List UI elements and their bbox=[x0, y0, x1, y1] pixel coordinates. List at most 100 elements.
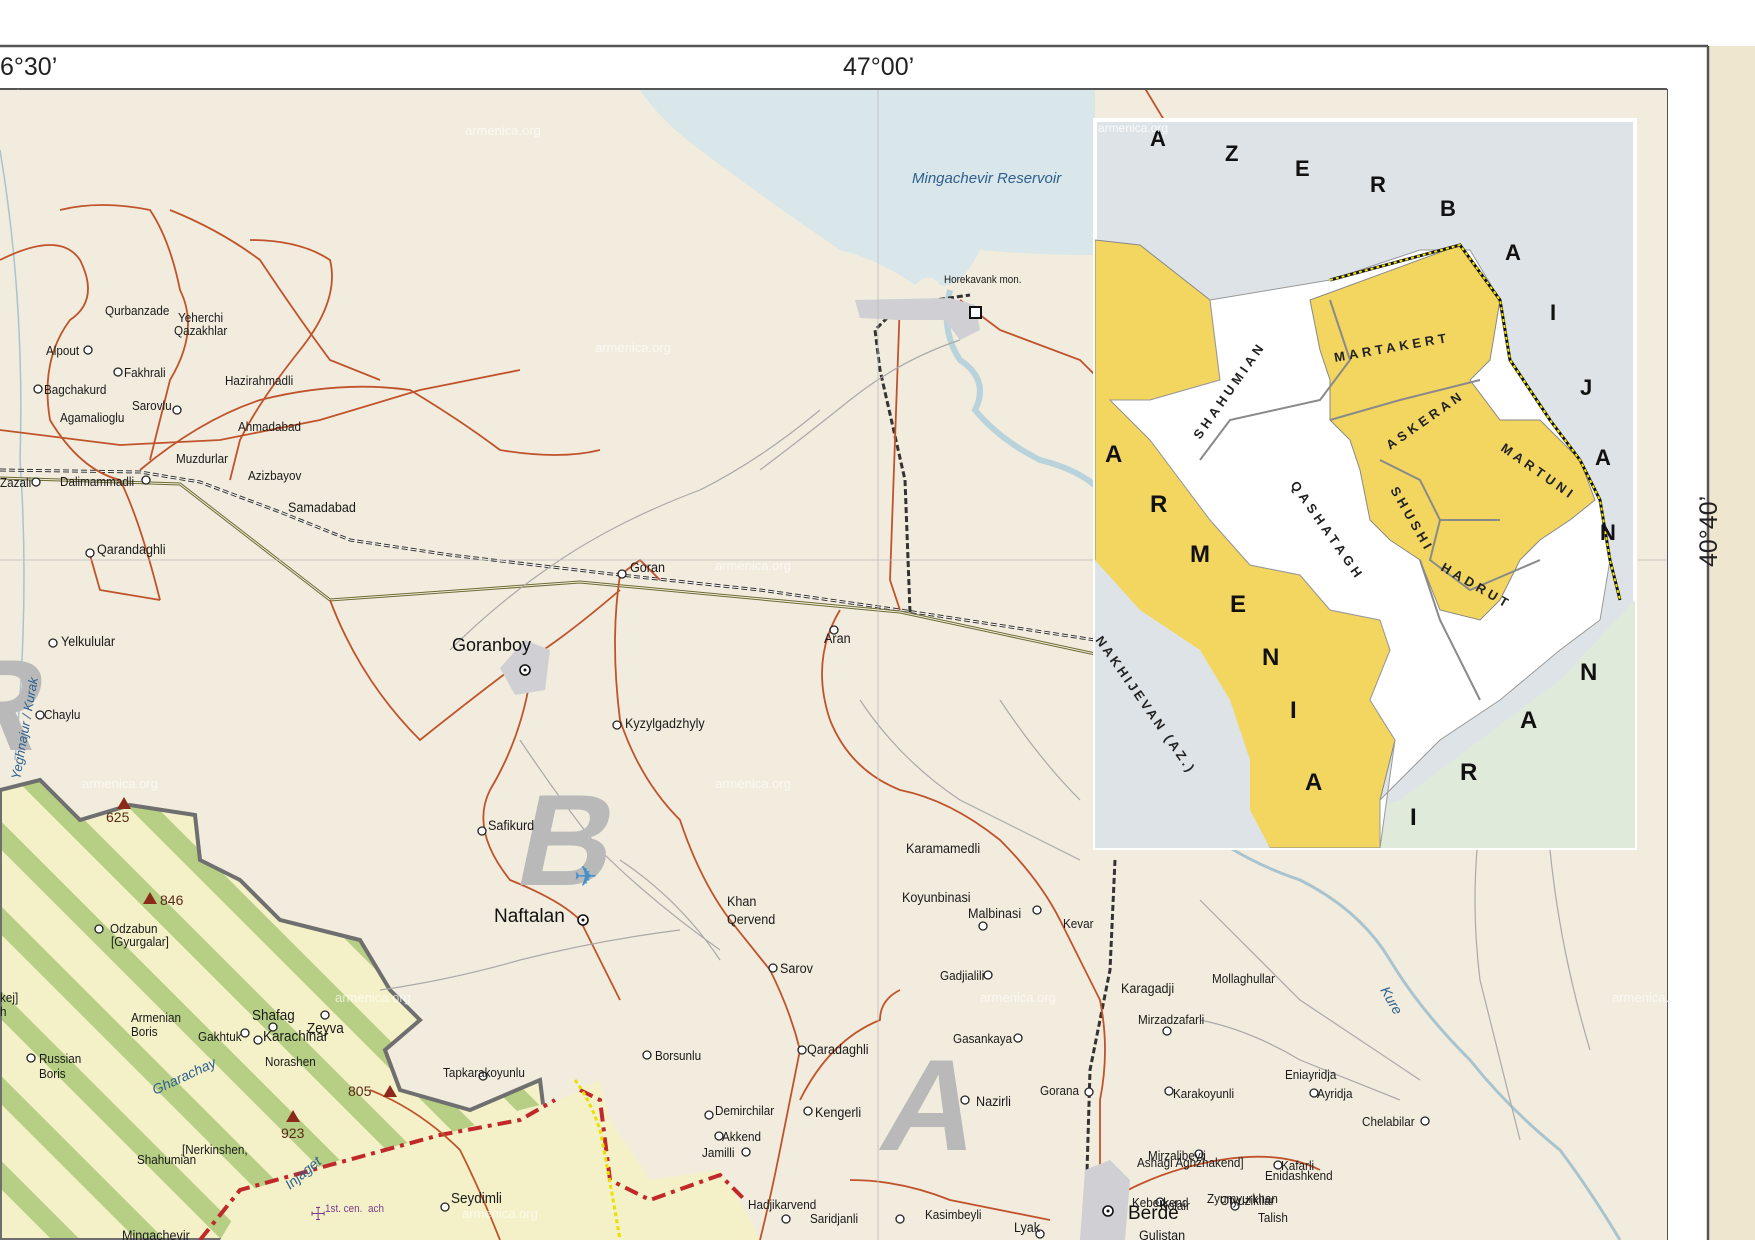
svg-text:A: A bbox=[1595, 445, 1611, 470]
svg-text:armenica.org: armenica.org bbox=[335, 990, 411, 1005]
svg-text:M: M bbox=[1190, 541, 1210, 568]
settlement-label: Shafag bbox=[252, 1007, 295, 1024]
settlement-label: Karakoyunli bbox=[1173, 1086, 1234, 1101]
svg-text:R: R bbox=[1460, 759, 1477, 786]
settlement-label: kej] bbox=[0, 990, 18, 1005]
settlement-dot bbox=[26, 1053, 36, 1063]
svg-text:armenica.org: armenica.org bbox=[715, 558, 791, 573]
settlement-label: Dalimammadli bbox=[60, 474, 134, 489]
settlement-label: Norashen bbox=[265, 1054, 316, 1069]
settlement-dot bbox=[1420, 1116, 1430, 1126]
settlement-dot bbox=[1032, 905, 1042, 915]
inset-map: A Z E R B A I J A N A R M E N I A I R A … bbox=[1093, 118, 1637, 850]
frame-margin-right bbox=[1708, 46, 1755, 1240]
svg-text:R: R bbox=[1370, 172, 1386, 197]
town-dot-center bbox=[523, 668, 527, 672]
settlement-label: Demirchilar bbox=[715, 1103, 774, 1118]
settlement-dot bbox=[35, 710, 45, 720]
svg-text:N: N bbox=[1580, 659, 1597, 686]
svg-text:N: N bbox=[1262, 644, 1279, 671]
settlement-label: Hazirahmadli bbox=[225, 373, 293, 388]
svg-text:armenica.org: armenica.org bbox=[595, 340, 671, 355]
settlement-dot bbox=[253, 1035, 263, 1045]
svg-text:Z: Z bbox=[1225, 141, 1238, 166]
settlement-dot bbox=[141, 475, 151, 485]
settlement-dot bbox=[113, 367, 123, 377]
settlement-label: Chaylu bbox=[44, 707, 81, 722]
svg-text:I: I bbox=[1410, 804, 1417, 831]
town-label-naftalan: Naftalan bbox=[494, 906, 565, 927]
settlement-label: Zazali bbox=[0, 475, 31, 490]
town-label-berde: Berde bbox=[1128, 1203, 1179, 1224]
settlement-dot bbox=[797, 1045, 807, 1055]
settlement-dot bbox=[642, 1050, 652, 1060]
settlement-label: Gasankaya bbox=[953, 1031, 1012, 1046]
settlement-label: Enidashkend bbox=[1265, 1168, 1333, 1183]
settlement-label: Nazirli bbox=[976, 1093, 1011, 1109]
town-label-goranboy: Goranboy bbox=[452, 635, 531, 655]
svg-text:A: A bbox=[1505, 240, 1521, 265]
settlement-dot bbox=[33, 384, 43, 394]
settlement-label: Mirzalibeyli bbox=[1148, 1148, 1206, 1163]
peak-846: 846 bbox=[160, 892, 184, 908]
settlement-label: Khan bbox=[727, 893, 756, 909]
settlement-label: Ayridja bbox=[1317, 1086, 1353, 1101]
settlement-dot bbox=[1164, 1086, 1174, 1096]
svg-text:E: E bbox=[1295, 156, 1310, 181]
settlement-label: Qaradaghli bbox=[807, 1041, 869, 1057]
coord-top-center: 47°00’ bbox=[843, 53, 915, 81]
water-label-mingachevir: Mingachevir Reservoir bbox=[912, 170, 1062, 187]
settlement-label: Agamalioglu bbox=[60, 410, 124, 425]
settlement-dot bbox=[85, 548, 95, 558]
settlement-dot bbox=[895, 1214, 905, 1224]
map-canvas: R B A ✈ ☩ 625 846 805 923 Mingachevir Re… bbox=[0, 44, 1755, 1240]
settlement-dot bbox=[172, 405, 182, 415]
peak-625: 625 bbox=[106, 809, 130, 825]
svg-text:A: A bbox=[1305, 769, 1322, 796]
settlement-dot bbox=[612, 720, 622, 730]
settlement-label: Russian bbox=[39, 1051, 81, 1066]
settlement-label: Akkend bbox=[722, 1129, 761, 1144]
settlement-label: Kasimbeyli bbox=[925, 1207, 982, 1222]
svg-text:armenica.org: armenica.org bbox=[715, 776, 791, 791]
svg-text:armenica.org: armenica.org bbox=[465, 123, 541, 138]
settlement-label: Qurbanzade bbox=[105, 303, 169, 318]
settlement-label: Talish bbox=[1258, 1210, 1288, 1225]
settlement-label: Sarovlu bbox=[132, 398, 172, 413]
settlement-dot bbox=[803, 1106, 813, 1116]
settlement-label: Borsunlu bbox=[655, 1048, 701, 1063]
settlement-dot bbox=[48, 638, 58, 648]
settlement-label: Kyzylgadzhyly bbox=[625, 715, 705, 731]
settlement-label: Muzdurlar bbox=[176, 451, 228, 466]
settlement-label: Mollaghullar bbox=[1212, 971, 1275, 986]
settlement-label: Aran bbox=[824, 630, 851, 646]
settlement-label: Lyak bbox=[1014, 1219, 1040, 1235]
settlement-label: Kengerli bbox=[815, 1104, 861, 1120]
coord-right: 40°40’ bbox=[1695, 495, 1723, 567]
monastery-icon: ☩ bbox=[310, 1204, 326, 1224]
settlement-dot bbox=[240, 1028, 250, 1038]
svg-text:I: I bbox=[1550, 300, 1556, 325]
settlement-dot bbox=[983, 970, 993, 980]
settlement-dot bbox=[978, 921, 988, 931]
settlement-label: 1st. cen. bbox=[325, 1204, 362, 1216]
settlement-dot bbox=[94, 924, 104, 934]
settlement-label: Goran bbox=[630, 559, 665, 575]
settlement-label: Gulistan bbox=[1139, 1227, 1185, 1240]
settlement-label: Malbinasi bbox=[968, 905, 1021, 921]
settlement-label: Safikurd bbox=[488, 817, 534, 833]
settlement-label: Kevar bbox=[1063, 916, 1094, 931]
settlement-label: Samadabad bbox=[288, 499, 356, 515]
peak-805: 805 bbox=[348, 1083, 372, 1099]
settlement-label: Ahmadabad bbox=[238, 419, 301, 434]
svg-text:J: J bbox=[1580, 375, 1592, 400]
settlement-label: Gorana bbox=[1040, 1083, 1079, 1098]
settlement-dot bbox=[1013, 1033, 1023, 1043]
settlement-label: Qazakhlar bbox=[174, 323, 227, 338]
settlement-label: Hadjikarvend bbox=[748, 1197, 816, 1212]
svg-text:armenica.org: armenica.org bbox=[462, 1206, 538, 1221]
settlement-label: Boris bbox=[131, 1024, 158, 1039]
settlement-label: [Gyurgalar] bbox=[111, 934, 169, 949]
settlement-label: Qervend bbox=[727, 911, 775, 927]
settlement-dot bbox=[704, 1110, 714, 1120]
